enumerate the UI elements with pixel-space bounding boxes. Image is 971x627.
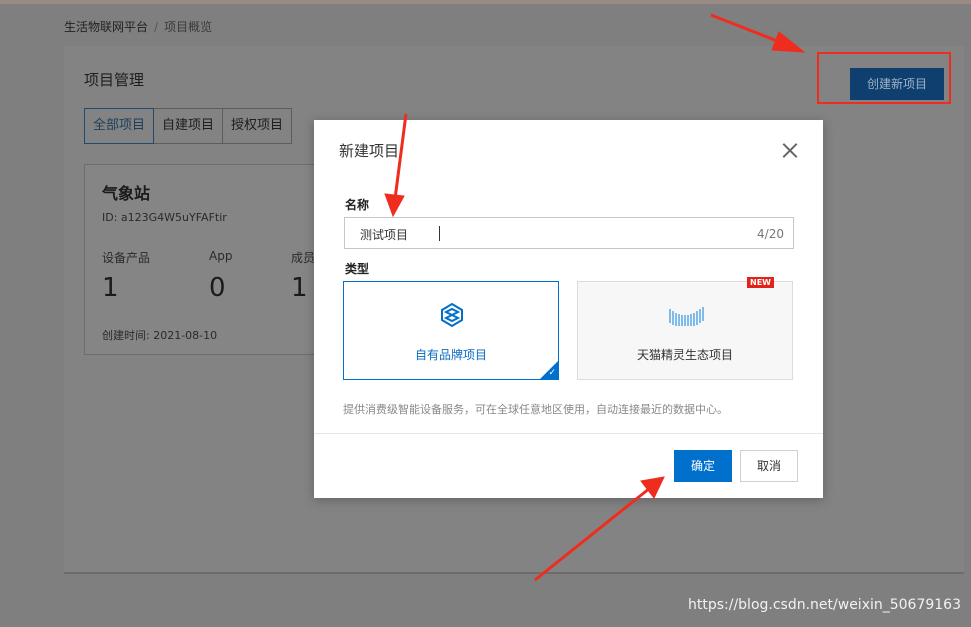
tab-authorized-projects[interactable]: 授权项目 [222,108,293,144]
dialog-footer-divider [314,433,823,434]
project-card[interactable]: 气象站 ID: a123G4W5uYFAFtir 设备产品 App 成员 1 0… [84,164,324,355]
project-name-input[interactable]: 测试项目 4/20 [344,217,794,249]
new-badge: NEW [747,277,774,288]
project-id: ID: a123G4W5uYFAFtir [102,211,227,224]
annotation-highlight-box [817,52,951,104]
stat-value-members: 1 [291,273,308,303]
top-accent-line [0,0,971,4]
type-label: 类型 [345,262,370,276]
close-icon[interactable] [780,140,800,160]
char-counter: 4/20 [757,227,784,241]
type-option-own-brand[interactable]: 自有品牌项目 ✓ [343,281,559,380]
watermark: https://blog.csdn.net/weixin_50679163 [687,597,961,613]
stat-value-products: 1 [102,273,119,303]
breadcrumb: 生活物联网平台 / 项目概览 [64,18,212,35]
project-filter-tabs: 全部项目 自建项目 授权项目 [84,108,293,144]
dialog-title: 新建项目 [339,142,400,160]
tmall-genie-icon [669,307,704,326]
type-option-tmall-genie[interactable]: 天猫精灵生态项目 NEW [577,277,793,380]
tab-all-projects[interactable]: 全部项目 [84,108,155,144]
page-title: 项目管理 [84,71,145,89]
text-caret [439,226,440,241]
cube-icon [441,302,463,328]
check-icon: ✓ [548,368,556,378]
new-project-dialog: 新建项目 名称 测试项目 4/20 类型 自有品牌项目 ✓ 天猫精灵生态项目 N… [314,120,823,498]
breadcrumb-separator: / [154,20,159,34]
type-option-label: 天猫精灵生态项目 [636,348,733,362]
stat-value-app: 0 [209,273,226,303]
stat-label-app: App [209,249,233,263]
name-label: 名称 [345,198,370,212]
project-created-date: 创建时间: 2021-08-10 [102,329,218,342]
project-name: 气象站 [102,184,151,203]
tab-own-projects[interactable]: 自建项目 [153,108,224,144]
breadcrumb-root[interactable]: 生活物联网平台 [64,20,148,34]
project-name-value: 测试项目 [360,228,409,242]
type-description: 提供消费级智能设备服务，可在全球任意地区使用，自动连接最近的数据中心。 [343,403,728,416]
stat-label-products: 设备产品 [102,251,151,265]
cancel-button[interactable]: 取消 [740,450,798,482]
stat-label-members: 成员 [291,251,316,265]
breadcrumb-current: 项目概览 [164,20,213,34]
type-option-label: 自有品牌项目 [414,348,487,362]
confirm-button[interactable]: 确定 [674,450,732,482]
